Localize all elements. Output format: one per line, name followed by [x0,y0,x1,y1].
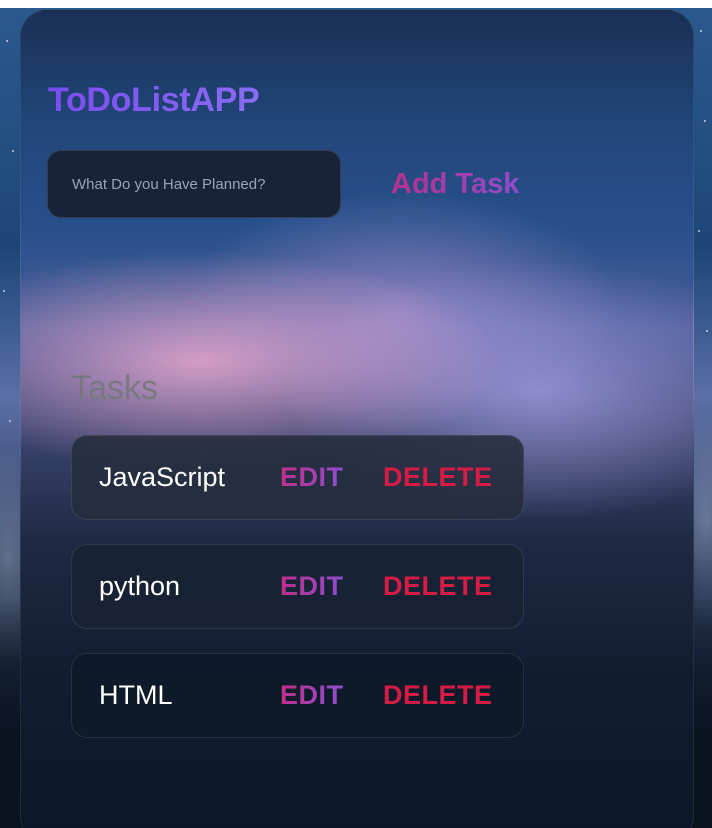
new-task-input[interactable] [47,150,341,218]
edit-task-button[interactable]: EDIT [280,457,344,497]
todo-card: ToDoListAPP Add Task Tasks JavaScript ED… [20,10,694,828]
delete-task-button[interactable]: DELETE [383,675,493,715]
delete-task-button[interactable]: DELETE [383,457,493,497]
task-name: JavaScript [99,462,226,492]
task-name: HTML [99,680,173,710]
task-name: python [99,571,181,601]
edit-task-button[interactable]: EDIT [280,675,344,715]
delete-task-button[interactable]: DELETE [383,566,493,606]
task-row: python EDIT DELETE [71,544,524,629]
app-title: ToDoListAPP [48,81,260,119]
add-task-button[interactable]: Add Task [383,161,527,207]
task-row: HTML EDIT DELETE [71,653,524,738]
task-row: JavaScript EDIT DELETE [71,435,524,520]
task-list: JavaScript EDIT DELETE python EDIT DELET… [71,435,524,762]
tasks-heading: Tasks [71,369,158,407]
edit-task-button[interactable]: EDIT [280,566,344,606]
top-edge [0,0,712,8]
